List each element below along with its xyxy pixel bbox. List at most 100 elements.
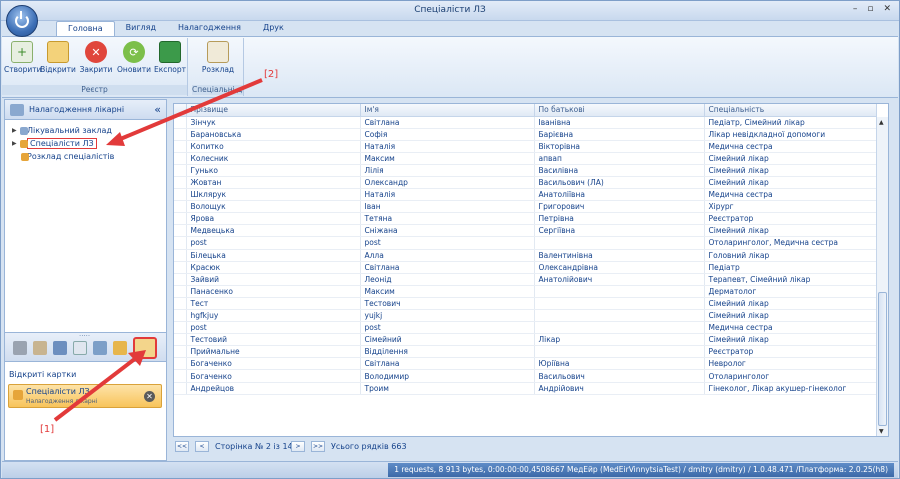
table-row[interactable]: Приймальне Відділення Реєстратор: [174, 345, 877, 359]
cell-specialty[interactable]: Дерматолог: [704, 285, 877, 298]
cell-name[interactable]: Світлана: [360, 357, 535, 371]
cell-name[interactable]: Володимир: [360, 369, 535, 383]
cell-surname[interactable]: Андрейцов: [186, 382, 361, 395]
table-row[interactable]: Жовтан Олександр Васильович (ЛА) Сімейний л…: [174, 176, 877, 190]
cell-surname[interactable]: Медвецька: [186, 224, 361, 238]
cell-patronymic[interactable]: [534, 321, 705, 335]
cell-patronymic[interactable]: апвап: [534, 152, 705, 165]
table-row[interactable]: Барановська Софія Барієвна Лікар невідкладн…: [174, 128, 877, 141]
calendar-icon[interactable]: [73, 341, 87, 355]
cell-patronymic[interactable]: Васильович: [534, 369, 705, 383]
table-row[interactable]: post post Отоларинголог, Медична сестра: [174, 236, 877, 250]
table-row[interactable]: Богаченко Світлана Юріївна Невролог: [174, 357, 877, 371]
cell-specialty[interactable]: Медична сестра: [704, 140, 877, 153]
table-row[interactable]: Ярова Тетяна Петрівна Реєстратор: [174, 212, 877, 226]
restore-icon[interactable]: ▫: [867, 4, 873, 14]
cell-patronymic[interactable]: [534, 285, 705, 298]
schedule-button[interactable]: Розклад: [200, 40, 236, 80]
cell-name[interactable]: Сімейний: [360, 333, 535, 347]
table-row[interactable]: Колесник Максим апвап Сімейний лікар: [174, 152, 877, 165]
table-row[interactable]: Тест Тестович Сімейний лікар: [174, 297, 877, 311]
open-card[interactable]: Спеціалісти ЛЗ Налагодження лікарні ✕: [8, 384, 162, 408]
cell-patronymic[interactable]: [534, 345, 705, 359]
cell-name[interactable]: Лілія: [360, 164, 535, 177]
table-row[interactable]: Андрейцов Троим Андрійович Гінеколог, Лікар…: [174, 382, 877, 395]
table-row[interactable]: post post Медична сестра: [174, 321, 877, 335]
tab-view[interactable]: Вигляд: [115, 21, 167, 36]
cell-surname[interactable]: Барановська: [186, 128, 361, 141]
hospital-settings-icon[interactable]: [133, 337, 157, 359]
cell-name[interactable]: post: [360, 236, 535, 250]
tab-print[interactable]: Друк: [252, 21, 295, 36]
cell-specialty[interactable]: Отоларинголог, Медична сестра: [704, 236, 877, 250]
cell-name[interactable]: Тестович: [360, 297, 535, 311]
cell-specialty[interactable]: Сімейний лікар: [704, 164, 877, 177]
cell-specialty[interactable]: Терапевт, Сімейний лікар: [704, 273, 877, 286]
close-card-button[interactable]: ✕ Закрити: [78, 40, 114, 80]
cell-name[interactable]: Світлана: [360, 116, 535, 129]
cell-surname[interactable]: Шклярук: [186, 188, 361, 202]
cell-patronymic[interactable]: [534, 297, 705, 311]
cell-surname[interactable]: post: [186, 236, 361, 250]
close-icon[interactable]: ✕: [883, 4, 891, 14]
cell-name[interactable]: Наталія: [360, 188, 535, 202]
cell-name[interactable]: Відділення: [360, 345, 535, 359]
cell-patronymic[interactable]: Іванівна: [534, 116, 705, 129]
cell-name[interactable]: Троим: [360, 382, 535, 395]
cell-patronymic[interactable]: Сергіївна: [534, 224, 705, 238]
cell-patronymic[interactable]: Олександрівна: [534, 261, 705, 274]
first-page-button[interactable]: <<: [175, 441, 189, 452]
column-header-specialty[interactable]: Спеціальність: [704, 104, 877, 117]
cell-specialty[interactable]: Хірург: [704, 200, 877, 214]
list-icon[interactable]: [53, 341, 67, 355]
cell-surname[interactable]: Тест: [186, 297, 361, 311]
tab-home[interactable]: Головна: [56, 21, 115, 36]
cell-name[interactable]: Тетяна: [360, 212, 535, 226]
export-button[interactable]: Експорт: [152, 40, 188, 80]
cell-specialty[interactable]: Сімейний лікар: [704, 176, 877, 190]
cell-patronymic[interactable]: Вікторівна: [534, 140, 705, 153]
cell-name[interactable]: Максим: [360, 152, 535, 165]
cell-patronymic[interactable]: Анатолійович: [534, 273, 705, 286]
cell-specialty[interactable]: Медична сестра: [704, 188, 877, 202]
cell-surname[interactable]: Зінчук: [186, 116, 361, 129]
cell-patronymic[interactable]: Лікар: [534, 333, 705, 347]
tree-item-schedule[interactable]: Розклад спеціалістів: [5, 151, 166, 163]
refresh-button[interactable]: ⟳ Оновити: [116, 40, 152, 80]
cell-patronymic[interactable]: [534, 309, 705, 323]
cell-surname[interactable]: post: [186, 321, 361, 335]
cell-specialty[interactable]: Педіатр, Сімейний лікар: [704, 116, 877, 129]
document-icon[interactable]: [93, 341, 107, 355]
app-menu-button[interactable]: [6, 5, 38, 37]
prev-page-button[interactable]: <: [195, 441, 209, 452]
table-row[interactable]: Волощук Іван Григорович Хірург: [174, 200, 877, 214]
column-header-patronymic[interactable]: По батькові: [534, 104, 705, 117]
cell-name[interactable]: Сніжана: [360, 224, 535, 238]
cell-specialty[interactable]: Сімейний лікар: [704, 152, 877, 165]
cell-surname[interactable]: Приймальне: [186, 345, 361, 359]
cell-surname[interactable]: Колесник: [186, 152, 361, 165]
minimize-icon[interactable]: –: [853, 4, 858, 14]
folder-icon[interactable]: [113, 341, 127, 355]
cell-patronymic[interactable]: Василівна: [534, 164, 705, 177]
cell-specialty[interactable]: Сімейний лікар: [704, 297, 877, 311]
cell-surname[interactable]: Богаченко: [186, 369, 361, 383]
cell-name[interactable]: Світлана: [360, 261, 535, 274]
cell-name[interactable]: Олександр: [360, 176, 535, 190]
column-header-name[interactable]: Ім'я: [360, 104, 535, 117]
open-button[interactable]: Відкрити: [40, 40, 76, 80]
cell-name[interactable]: yujkj: [360, 309, 535, 323]
cell-specialty[interactable]: Сімейний лікар: [704, 224, 877, 238]
scroll-down-icon[interactable]: ▼: [879, 428, 884, 435]
cell-specialty[interactable]: Реєстратор: [704, 345, 877, 359]
tab-settings[interactable]: Налагодження: [167, 21, 252, 36]
table-row[interactable]: Білецька Алла Валентинівна Головний лікар: [174, 249, 877, 262]
cell-specialty[interactable]: Реєстратор: [704, 212, 877, 226]
cell-specialty[interactable]: Педіатр: [704, 261, 877, 274]
next-page-button[interactable]: >: [291, 441, 305, 452]
cell-specialty[interactable]: Отоларинголог: [704, 369, 877, 383]
cell-name[interactable]: Максим: [360, 285, 535, 298]
cell-patronymic[interactable]: [534, 236, 705, 250]
expand-icon[interactable]: ▶: [12, 138, 17, 150]
cell-specialty[interactable]: Сімейний лікар: [704, 309, 877, 323]
